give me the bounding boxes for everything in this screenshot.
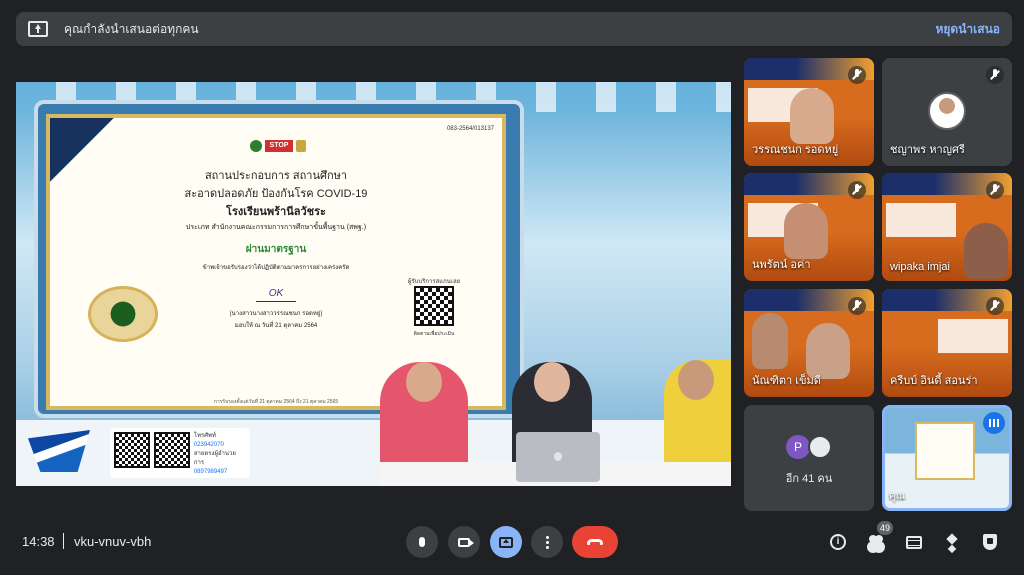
- camera-button[interactable]: [448, 526, 480, 558]
- contact-info: โทรศัพท์ 023942070 สายตรงผู้อำนวยการ 089…: [193, 433, 236, 475]
- people-icon: [869, 535, 877, 543]
- mic-off-icon: [848, 66, 866, 84]
- present-icon: [499, 536, 513, 548]
- divider: [63, 533, 64, 549]
- mic-off-icon: [848, 181, 866, 199]
- participant-tile[interactable]: นัณฑิตา เข็มดี: [744, 289, 874, 397]
- certificate-line1: สถานประกอบการ สถานศึกษา: [204, 170, 348, 182]
- presenting-banner: คุณกำลังนำเสนอต่อทุกคน หยุดนำเสนอ: [16, 12, 1012, 46]
- self-view-tile[interactable]: คุณ: [882, 405, 1012, 511]
- participant-name: wipaka imjai: [890, 261, 950, 273]
- certificate-category: ประเภท สำนักงานคณะกรรมการการศึกษาขั้นพื้…: [185, 224, 367, 231]
- participant-video: [784, 203, 828, 259]
- certificate-serial: 083-2564/013137: [446, 126, 494, 132]
- mic-off-icon: [986, 181, 1004, 199]
- mic-off-icon: [848, 297, 866, 315]
- presenter-right: [664, 360, 731, 472]
- qr-title: ผู้รับบริการสแกนเลย: [407, 279, 461, 285]
- self-label: คุณ: [889, 491, 905, 502]
- participant-name: นพรัตน์ อค่า: [752, 259, 811, 271]
- more-participants-label: อีก 41 คน: [785, 473, 833, 485]
- qr-subtitle: ติดตามเพื่อประเมิน: [413, 331, 455, 337]
- participant-name: นัณฑิตา เข็มดี: [752, 375, 821, 387]
- participant-video: [964, 223, 1008, 279]
- people-count-badge: 49: [877, 521, 893, 535]
- present-button[interactable]: [490, 526, 522, 558]
- more-options-icon: [545, 540, 549, 544]
- host-controls-icon: [983, 534, 997, 550]
- certificate-status: ผ่านมาตรฐาน: [245, 244, 307, 255]
- chat-button[interactable]: [904, 532, 924, 552]
- contact-card: โทรศัพท์ 023942070 สายตรงผู้อำนวยการ 089…: [110, 428, 250, 478]
- more-options-button[interactable]: [531, 526, 563, 558]
- participant-tile[interactable]: วรรณชนก รอดหยู่: [744, 58, 874, 166]
- signature: OK: [256, 288, 296, 302]
- host-controls-button[interactable]: [980, 532, 1000, 552]
- camera-icon: [458, 537, 474, 547]
- stop-logo-text: STOP: [265, 140, 293, 152]
- clock: 14:38: [22, 534, 55, 549]
- laptop: [516, 432, 600, 482]
- avatar: P: [786, 435, 810, 459]
- people-button[interactable]: [866, 532, 886, 552]
- self-view-presentation: [915, 422, 975, 480]
- mic-button[interactable]: [406, 526, 438, 558]
- chat-icon: [906, 535, 922, 549]
- presentation-stage: 083-2564/013137 STOP สถานประกอบการ สถานศ…: [16, 82, 731, 486]
- avatar: [928, 92, 966, 130]
- presenting-message: คุณกำลังนำเสนอต่อทุกคน: [64, 21, 199, 36]
- hang-up-icon: [587, 539, 603, 545]
- mic-off-icon: [986, 66, 1004, 84]
- more-participants-tile[interactable]: P อีก 41 คน: [744, 405, 874, 511]
- participant-name: ครีบบ์ อินดี้ สอนร่า: [890, 375, 978, 387]
- meeting-code: vku-vnuv-vbh: [74, 534, 152, 549]
- leave-call-button[interactable]: [572, 526, 618, 558]
- activities-button[interactable]: [942, 532, 962, 552]
- present-screen-icon: [28, 21, 48, 37]
- info-icon: i: [830, 534, 846, 550]
- contact-qr-code-2: [153, 432, 190, 468]
- participant-tile[interactable]: ชญาพร หาญศรี: [882, 58, 1012, 166]
- certificate-pledge: ข้าพเจ้าขอรับรองว่าได้ปฏิบัติตามมาตรการอ…: [202, 265, 350, 271]
- thai-stop-covid-logo: STOP: [248, 140, 308, 158]
- mic-off-icon: [986, 297, 1004, 315]
- avatar: [808, 435, 832, 459]
- certificate-qr-code: [414, 286, 454, 326]
- participant-name: วรรณชนก รอดหยู่: [752, 144, 839, 156]
- participant-video: [790, 88, 834, 144]
- participant-tile[interactable]: wipaka imjai: [882, 173, 1012, 281]
- meet-window: คุณกำลังนำเสนอต่อทุกคน หยุดนำเสนอ 083-25…: [0, 0, 1024, 575]
- participant-name: ชญาพร หาญศรี: [890, 144, 965, 156]
- participant-tile[interactable]: ครีบบ์ อินดี้ สอนร่า: [882, 289, 1012, 397]
- meeting-details-button[interactable]: i: [828, 532, 848, 552]
- participant-video: [752, 313, 788, 369]
- contact-qr-code-1: [114, 432, 150, 468]
- activities-icon: [946, 533, 958, 545]
- speaking-icon: [983, 412, 1005, 434]
- certificate-school: โรงเรียนพร้านีลวัชระ: [226, 206, 326, 218]
- presenter-left: [380, 362, 468, 472]
- stop-presenting-button[interactable]: หยุดนำเสนอ: [935, 20, 1000, 39]
- mic-icon: [419, 537, 425, 547]
- participant-tile[interactable]: นพรัตน์ อค่า: [744, 173, 874, 281]
- certificate-line2: สะอาดปลอดภัย ป้องกันโรค COVID-19: [184, 188, 368, 200]
